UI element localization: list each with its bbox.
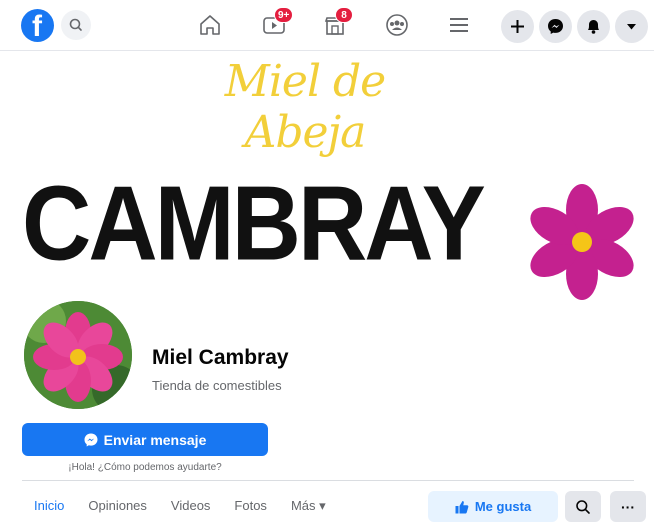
logo-letter: f [32, 10, 42, 43]
notifications-button[interactable] [577, 10, 610, 43]
tab-mas[interactable]: Más ▾ [279, 494, 338, 520]
groups-icon [386, 14, 408, 36]
home-icon [200, 15, 220, 35]
page-title: Miel Cambray [152, 346, 289, 369]
pink-flower-icon [24, 301, 132, 409]
marketplace-badge: 8 [335, 7, 353, 23]
facebook-logo[interactable]: f [21, 9, 54, 43]
notifications-icon [588, 20, 599, 34]
tab-opiniones[interactable]: Opiniones [76, 494, 159, 520]
video-badge: 9+ [274, 7, 294, 23]
cover-script-title: Miel de Abeja [224, 56, 386, 158]
page-tabs: Inicio Opiniones Videos Fotos Más ▾ [22, 494, 338, 520]
search-icon [576, 499, 590, 514]
like-button[interactable]: Me gusta [428, 491, 558, 522]
watch-tab[interactable]: 9+ [259, 7, 294, 40]
like-label: Me gusta [474, 499, 532, 514]
cover-photo[interactable]: Miel de Abeja CAMBRAY [0, 52, 654, 300]
message-hint: ¡Hola! ¿Cómo podemos ayudarte? [68, 462, 222, 473]
messenger-button[interactable] [539, 10, 572, 43]
messenger-icon [84, 433, 98, 446]
flower-icon [530, 184, 634, 300]
menu-tab[interactable] [444, 10, 474, 40]
search-icon [69, 18, 82, 31]
profile-picture[interactable] [24, 301, 132, 409]
menu-icon [450, 18, 468, 32]
chevron-down-icon [627, 24, 636, 30]
cover-brand-text: CAMBRAY [22, 165, 486, 283]
page-search-button[interactable] [565, 491, 601, 522]
search-button[interactable] [61, 10, 91, 40]
top-navigation-bar: f 9+ 8 [0, 0, 654, 51]
more-options-button[interactable]: ··· [610, 491, 646, 522]
tab-fotos[interactable]: Fotos [222, 494, 279, 520]
account-button[interactable] [615, 10, 648, 43]
tab-inicio[interactable]: Inicio [22, 494, 76, 520]
groups-tab[interactable] [382, 10, 412, 40]
home-tab[interactable] [195, 10, 225, 40]
thumbs-up-icon [455, 500, 469, 513]
send-message-label: Enviar mensaje [103, 431, 207, 448]
messenger-icon [548, 19, 563, 34]
divider [22, 480, 634, 481]
plus-icon [511, 20, 524, 33]
marketplace-tab[interactable]: 8 [320, 7, 353, 40]
tab-videos[interactable]: Videos [159, 494, 223, 520]
create-button[interactable] [501, 10, 534, 43]
more-options-label: ··· [621, 498, 635, 515]
page-category: Tienda de comestibles [152, 378, 282, 393]
send-message-button[interactable]: Enviar mensaje [22, 423, 268, 456]
